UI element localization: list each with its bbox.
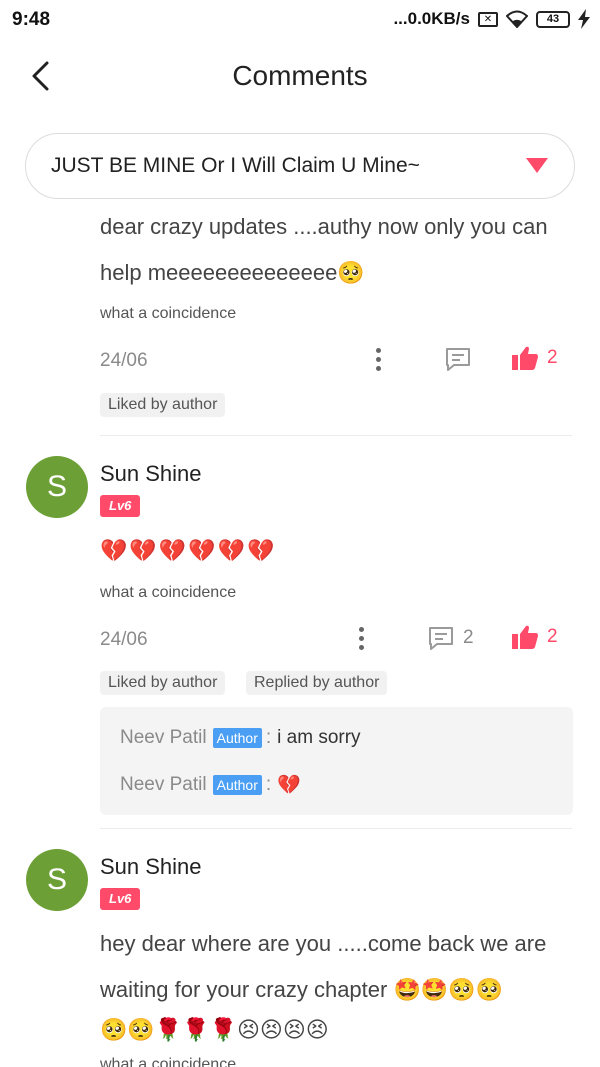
level-badge: Lv6: [100, 495, 141, 517]
wifi-icon: [506, 10, 528, 28]
status-bar: 9:48 ...0.0KB/s ✕ 43: [0, 0, 600, 40]
comment-list[interactable]: I am sick doc said you have deficiency o…: [0, 190, 600, 1067]
comment-bubble-icon: [429, 627, 453, 650]
author-reply: Neev Patil Author : i am sorry: [120, 727, 361, 749]
like-button[interactable]: 2: [511, 624, 558, 650]
comment-date: 24/06: [100, 629, 148, 650]
reply-separator: :: [265, 727, 272, 748]
more-options-button[interactable]: [373, 348, 383, 371]
like-count: 2: [547, 347, 558, 368]
username[interactable]: Sun Shine: [100, 461, 202, 487]
thumbs-up-icon: [512, 346, 538, 370]
avatar[interactable]: S: [26, 456, 88, 518]
reply-separator: :: [265, 774, 272, 795]
network-speed: ...0.0KB/s: [393, 9, 470, 28]
divider: [100, 828, 572, 829]
comment-text-partial: I am sick doc said you have deficiency o…: [100, 190, 575, 296]
battery-icon: 43: [536, 10, 570, 28]
author-badge: Author: [212, 728, 262, 748]
like-count: 2: [547, 626, 558, 647]
divider: [100, 435, 572, 436]
avatar[interactable]: S: [26, 849, 88, 911]
username[interactable]: Sun Shine: [100, 854, 202, 880]
comment-bubble-icon: [446, 348, 470, 371]
status-icons: ...0.0KB/s ✕ 43: [393, 9, 590, 29]
comment-date: 24/06: [100, 350, 148, 371]
reply-text: 💔: [277, 775, 301, 796]
author-replies-box[interactable]: Neev Patil Author : i am sorry Neev Pati…: [100, 707, 573, 815]
level-badge: Lv6: [100, 888, 141, 910]
more-options-button[interactable]: [356, 627, 366, 650]
battery-level: 43: [546, 12, 560, 25]
comment-text-line: waiting for your crazy chapter 🤩🤩🥺🥺: [100, 977, 504, 1002]
comment-text: hey dear where are you .....come back we…: [100, 921, 575, 1047]
liked-by-author-tag: Liked by author: [100, 671, 226, 695]
liked-by-author-tag: Liked by author: [100, 393, 226, 417]
reply-button[interactable]: [444, 346, 480, 372]
chapter-label: what a coincidence: [100, 1056, 237, 1067]
chapter-label: what a coincidence: [100, 584, 237, 601]
charging-icon: [578, 9, 590, 29]
comment-text-line: help meeeeeeeeeeeeee🥺: [100, 260, 365, 285]
header: Comments: [0, 40, 600, 116]
reply-author-name[interactable]: Neev Patil: [120, 727, 207, 749]
comment-text-line: dear crazy updates ....authy now only yo…: [100, 214, 548, 239]
status-time: 9:48: [12, 9, 51, 30]
author-badge: Author: [212, 775, 262, 795]
reply-count: 2: [463, 627, 474, 648]
chapter-label: what a coincidence: [100, 305, 237, 322]
book-title: JUST BE MINE Or I Will Claim U Mine~: [51, 154, 420, 177]
reply-text: i am sorry: [277, 727, 361, 748]
like-button[interactable]: 2: [511, 345, 558, 371]
page-title: Comments: [232, 60, 368, 91]
comment-emojis: 💔💔💔💔💔💔: [100, 538, 277, 563]
thumbs-up-icon: [512, 625, 538, 649]
reply-button[interactable]: 2: [427, 625, 474, 651]
replied-by-author-tag: Replied by author: [246, 671, 388, 695]
reply-author-name[interactable]: Neev Patil: [120, 774, 207, 796]
dropdown-triangle-icon: [526, 158, 548, 173]
book-title-dropdown[interactable]: JUST BE MINE Or I Will Claim U Mine~: [25, 133, 575, 199]
comment-emoji-line: 🥺🥺🌹🌹🌹😣😣😣😣: [100, 1017, 329, 1042]
comment-text-line: hey dear where are you .....come back we…: [100, 931, 547, 956]
sim-x-icon: ✕: [478, 11, 498, 27]
author-reply: Neev Patil Author : 💔: [120, 773, 301, 797]
